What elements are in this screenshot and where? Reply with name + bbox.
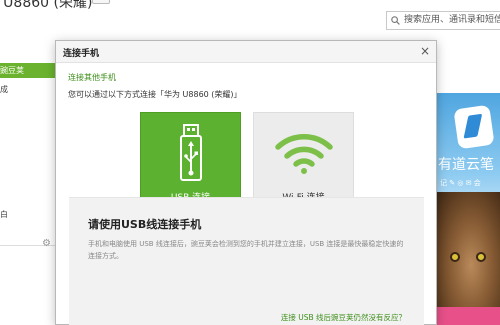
usb-info-panel: 请使用USB线连接手机 手机和电脑使用 USB 线连接后，豌豆荚会检测到您的手机… — [69, 197, 424, 325]
dialog-title: 连接手机 — [63, 49, 100, 59]
connection-instruction: 您可以通过以下方式连接「华为 U8860 (荣耀)」 — [68, 90, 242, 99]
usb-info-title: 请使用USB线连接手机 — [88, 218, 202, 231]
dialog-overlay: 连接手机 × 连接其他手机 您可以通过以下方式连接「华为 U8860 (荣耀)」… — [0, 0, 500, 325]
usb-info-body: 手机和电脑使用 USB 线连接后，豌豆荚会检测到您的手机并建立连接，USB 连接… — [88, 240, 404, 260]
connect-other-phone-link[interactable]: 连接其他手机 — [68, 72, 116, 83]
dialog-header: 连接手机 × — [56, 41, 436, 63]
usb-icon — [179, 124, 202, 181]
usb-help-link[interactable]: 连接 USB 线后豌豆荚仍然没有反应？ — [281, 312, 406, 323]
wifi-icon — [274, 133, 333, 174]
close-icon[interactable]: × — [420, 44, 430, 58]
connect-phone-dialog: 连接手机 × 连接其他手机 您可以通过以下方式连接「华为 U8860 (荣耀)」… — [55, 40, 437, 325]
